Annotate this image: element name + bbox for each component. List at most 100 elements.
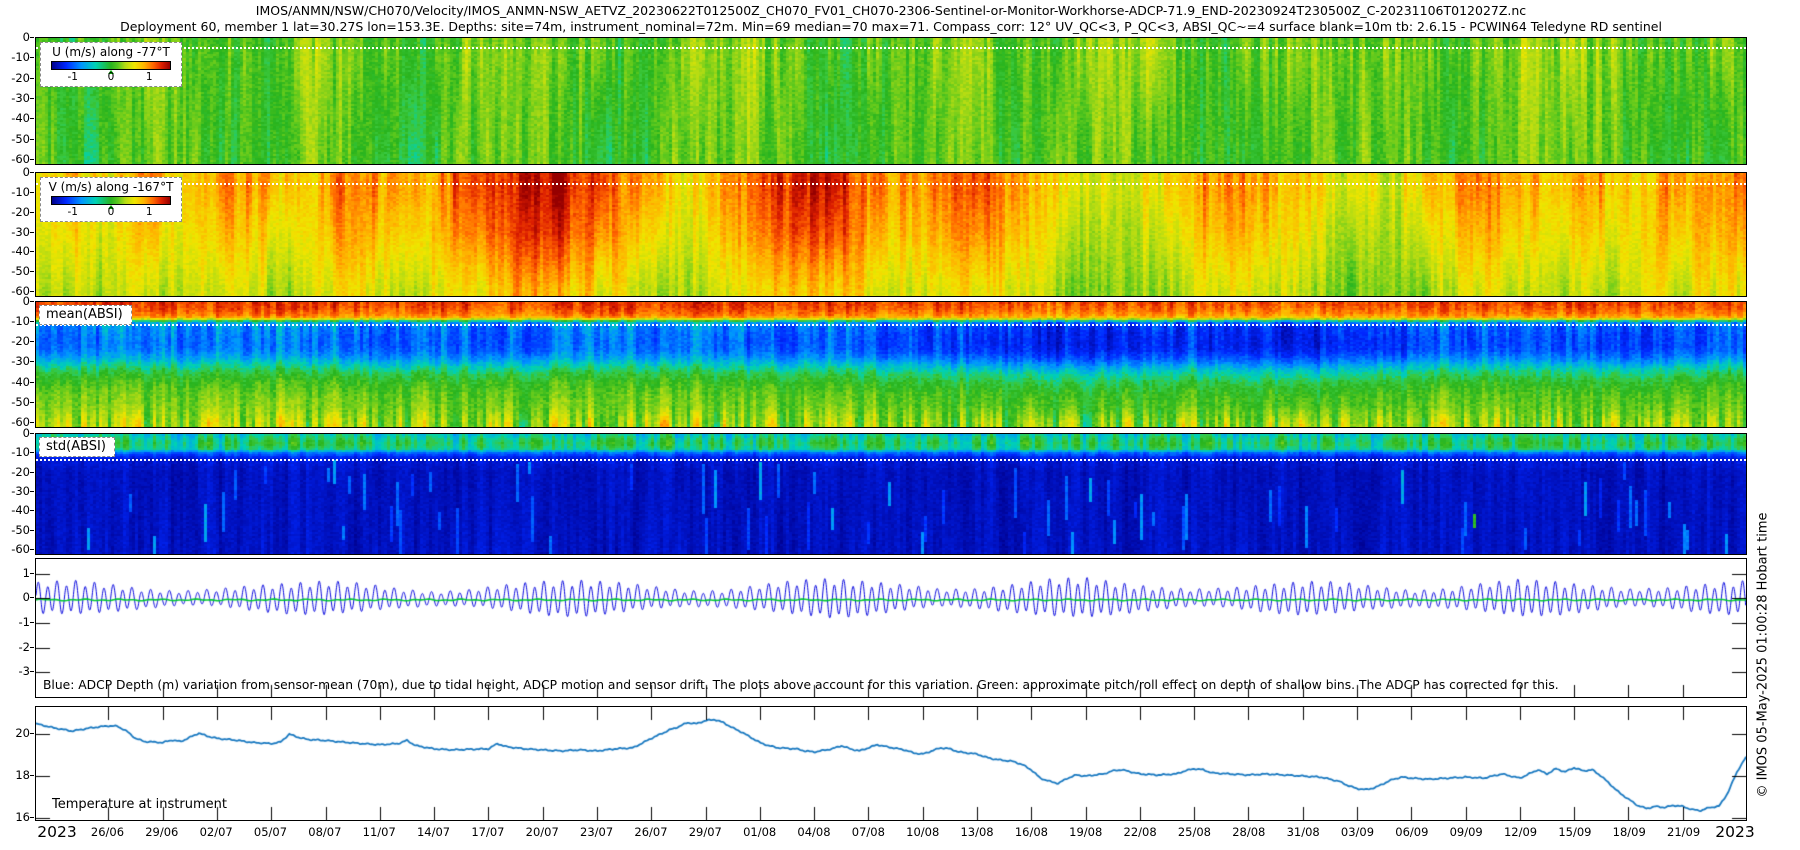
x-axis-date-label: 13/08 (960, 825, 993, 839)
depth-variation-tick-label: 1 (0, 566, 30, 580)
depth-tick-mark (30, 301, 34, 302)
depth-tick-mark (30, 139, 34, 140)
x-axis-date-label: 25/08 (1178, 825, 1211, 839)
depth-tick-mark (30, 341, 34, 342)
depth-tick-mark (30, 271, 34, 272)
adcp-deployment-figure: IMOS/ANMN/NSW/CH070/Velocity/IMOS_ANMN-N… (0, 0, 1800, 850)
depth-variation-tick-label: -1 (0, 615, 30, 629)
depth-tick-mark (30, 452, 34, 453)
surface-blank-dotted-line (36, 183, 1746, 185)
colorbar-tick-label: -1 (67, 71, 77, 83)
figure-title-line1: IMOS/ANMN/NSW/CH070/Velocity/IMOS_ANMN-N… (35, 3, 1747, 18)
depth-tick-label: -10 (0, 314, 30, 328)
v-colorbar-legend: V (m/s) along -167°T -1 0 1 (40, 177, 182, 222)
depth-tick-mark (30, 472, 34, 473)
x-axis-date-label: 23/07 (580, 825, 613, 839)
depth-tick-label: -40 (0, 503, 30, 517)
x-axis-date-label: 21/09 (1667, 825, 1700, 839)
x-axis-date-label: 29/06 (145, 825, 178, 839)
depth-tick-label: -20 (0, 71, 30, 85)
depth-tick-label: -60 (0, 152, 30, 166)
std-absi-heatmap (36, 434, 1746, 554)
temperature-tick-mark (30, 775, 34, 776)
depth-tick-label: -40 (0, 111, 30, 125)
surface-blank-dotted-line (36, 459, 1746, 461)
depth-variation-tick-mark (30, 647, 34, 648)
depth-tick-mark (30, 232, 34, 233)
temperature-tick-mark (30, 817, 34, 818)
x-axis-date-label: 03/09 (1341, 825, 1374, 839)
v-colorbar-ticks: -1 0 1 (45, 206, 177, 218)
depth-variation-tick-mark (30, 597, 34, 598)
depth-variation-tick-label: -3 (0, 664, 30, 678)
u-colorbar-legend: U (m/s) along -77°T -1 0 1 (40, 42, 182, 87)
depth-tick-mark (30, 510, 34, 511)
x-axis-date-label: 14/07 (417, 825, 450, 839)
depth-tick-mark (30, 382, 34, 383)
surface-blank-dotted-line (36, 47, 1746, 49)
depth-tick-label: 0 (0, 30, 30, 44)
depth-tick-label: -50 (0, 523, 30, 537)
depth-tick-mark (30, 118, 34, 119)
surface-blank-dotted-line (36, 324, 1746, 326)
x-axis-date-label: 19/08 (1069, 825, 1102, 839)
x-axis-date-label: 10/08 (906, 825, 939, 839)
std-absi-label: std(ABSI) (39, 437, 115, 457)
depth-tick-label: 0 (0, 165, 30, 179)
x-axis-date-label: 31/08 (1287, 825, 1320, 839)
depth-tick-label: -40 (0, 244, 30, 258)
depth-tick-label: -20 (0, 465, 30, 479)
temperature-tick-label: 18 (0, 768, 30, 782)
x-axis-date-label: 20/07 (526, 825, 559, 839)
x-axis-date-label: 22/08 (1124, 825, 1157, 839)
depth-tick-mark (30, 321, 34, 322)
depth-tick-label: -30 (0, 91, 30, 105)
panel-std-absi: std(ABSI) (35, 433, 1747, 555)
depth-tick-mark (30, 530, 34, 531)
x-axis-date-label: 04/08 (797, 825, 830, 839)
x-axis-date-label: 18/09 (1613, 825, 1646, 839)
x-axis-date-label: 17/07 (471, 825, 504, 839)
figure-title-line2: Deployment 60, member 1 lat=30.27S lon=1… (35, 19, 1747, 34)
u-colorbar-ticks: -1 0 1 (45, 71, 177, 83)
depth-tick-label: -20 (0, 205, 30, 219)
depth-variation-caption: Blue: ADCP Depth (m) variation from sens… (43, 678, 1559, 692)
depth-tick-label: -20 (0, 334, 30, 348)
depth-variation-tick-mark (30, 622, 34, 623)
depth-tick-mark (30, 422, 34, 423)
x-axis-date-label: 05/07 (254, 825, 287, 839)
depth-tick-mark (30, 98, 34, 99)
depth-variation-tick-label: -2 (0, 640, 30, 654)
v-velocity-heatmap (36, 173, 1746, 296)
depth-tick-mark (30, 433, 34, 434)
depth-tick-mark (30, 549, 34, 550)
depth-tick-mark (30, 159, 34, 160)
u-legend-title: U (m/s) along -77°T (45, 45, 177, 59)
panel-mean-absi: mean(ABSI) (35, 301, 1747, 428)
colorbar-tick-label: -1 (67, 206, 77, 218)
depth-tick-mark (30, 491, 34, 492)
u-velocity-heatmap (36, 38, 1746, 164)
depth-tick-mark (30, 172, 34, 173)
depth-tick-label: -10 (0, 445, 30, 459)
x-axis-date-label: 09/09 (1450, 825, 1483, 839)
depth-tick-mark (30, 192, 34, 193)
temperature-plot (36, 707, 1746, 820)
depth-tick-label: -50 (0, 132, 30, 146)
depth-tick-mark (30, 251, 34, 252)
depth-tick-label: -30 (0, 484, 30, 498)
v-colorbar-gradient (51, 196, 171, 205)
x-axis-date-label: 01/08 (743, 825, 776, 839)
colorbar-tick-label: 1 (146, 206, 153, 218)
x-axis-date-label: 12/09 (1504, 825, 1537, 839)
depth-tick-mark (30, 78, 34, 79)
colorbar-tick-label: 1 (146, 71, 153, 83)
depth-tick-mark (30, 57, 34, 58)
depth-variation-tick-label: 0 (0, 590, 30, 604)
depth-tick-label: -40 (0, 375, 30, 389)
colorbar-tick-label: 0 (108, 71, 115, 83)
x-axis-date-label: 29/07 (689, 825, 722, 839)
copyright-vertical-text: © IMOS 05-May-2025 01:00:28 Hobart time (1756, 513, 1771, 798)
depth-tick-mark (30, 212, 34, 213)
depth-variation-plot (36, 559, 1746, 697)
